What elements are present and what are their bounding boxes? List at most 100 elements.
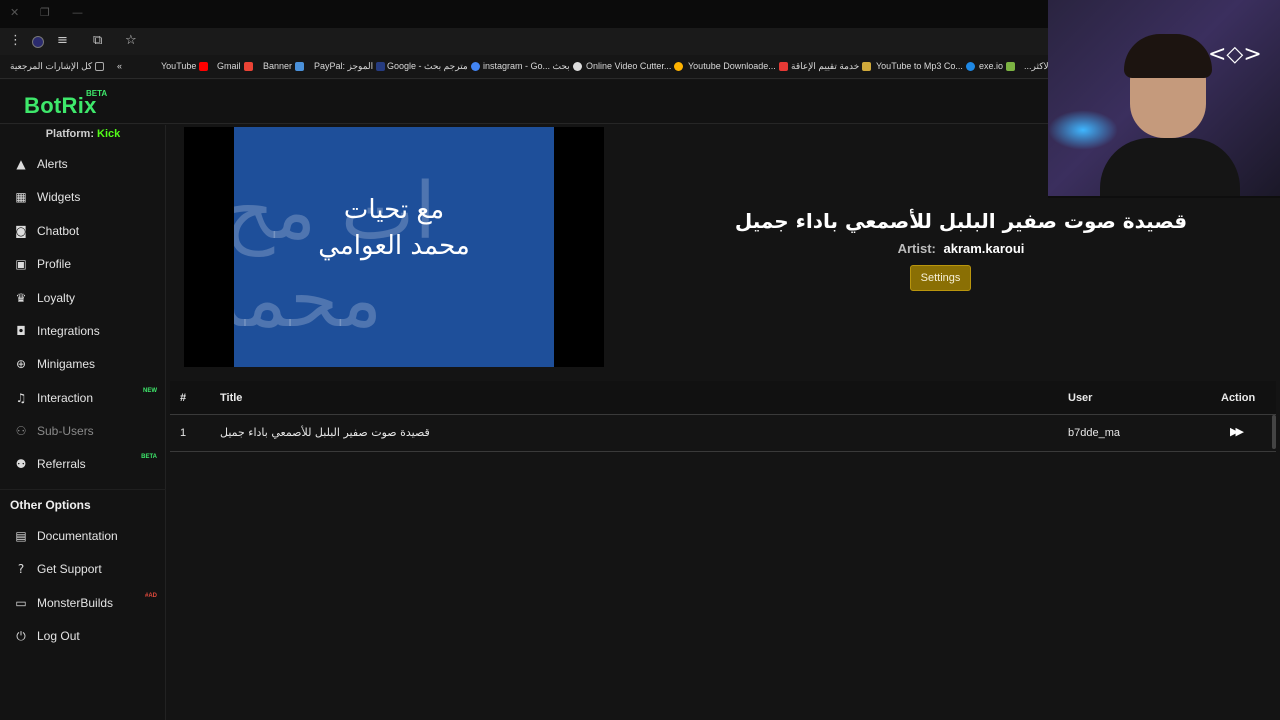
sidebar-item-label: Minigames bbox=[37, 357, 96, 371]
other-options-heading: Other Options bbox=[10, 498, 91, 512]
user-group-icon: ⚉ bbox=[15, 457, 27, 471]
bookmark-label: Gmail bbox=[217, 61, 241, 71]
restore-window-icon[interactable]: ❐ bbox=[40, 6, 50, 19]
row-title: قصيدة صوت صفير البلبل للأصمعي باداء جميل bbox=[220, 426, 430, 439]
video-player[interactable]: ات مح محمد مع تحيات محمد العوامي bbox=[184, 127, 604, 367]
sidebar-item-widgets[interactable]: ▦ Widgets bbox=[0, 182, 166, 212]
minimize-window-icon[interactable]: — bbox=[72, 6, 83, 19]
table-icon: ▦ bbox=[15, 190, 27, 204]
sidebar-item-alerts[interactable]: ▲ Alerts bbox=[0, 149, 166, 179]
banner-icon bbox=[295, 61, 305, 71]
chevron-more-icon[interactable]: « bbox=[117, 61, 122, 71]
sidebar-item-label: Alerts bbox=[37, 157, 68, 171]
row-user: b7dde_ma bbox=[1068, 427, 1120, 439]
sidebar-item-log-out[interactable]: ⏻ Log Out bbox=[0, 621, 166, 651]
sidebar-item-label: MonsterBuilds bbox=[37, 596, 114, 610]
sidebar-item-get-support[interactable]: ? Get Support bbox=[0, 554, 166, 584]
thumbnail-caption: محمد العوامي bbox=[318, 231, 470, 261]
sidebar-item-chatbot[interactable]: ◙ Chatbot bbox=[0, 216, 166, 246]
sidebar: Platform: Kick ▲ Alerts ▦ Widgets ◙ Chat… bbox=[0, 125, 166, 720]
column-header-user: User bbox=[1068, 392, 1093, 404]
sidebar-item-label: Get Support bbox=[37, 562, 102, 576]
bookmark-label: Google - مترجم بحث bbox=[387, 61, 468, 71]
bookmark-paypal[interactable]: PayPal: الموجز bbox=[314, 61, 386, 72]
ad-badge: #AD bbox=[144, 593, 157, 599]
google-icon bbox=[572, 62, 582, 71]
sidebar-item-label: Profile bbox=[37, 257, 72, 271]
google-icon bbox=[470, 62, 480, 71]
extensions-icon[interactable]: ⧉ bbox=[93, 33, 102, 48]
power-icon: ⏻ bbox=[16, 628, 26, 643]
paypal-icon bbox=[376, 62, 386, 71]
sidebar-item-monsterbuilds[interactable]: ▭ MonsterBuilds #AD bbox=[0, 588, 166, 618]
platform-value: Kick bbox=[97, 128, 121, 140]
media-controls-icon[interactable]: ≡ bbox=[57, 33, 68, 48]
bookmark-star-icon[interactable]: ☆ bbox=[125, 33, 137, 48]
platform-label: Platform: bbox=[45, 128, 94, 140]
beta-badge: BETA bbox=[141, 454, 157, 460]
question-icon: ? bbox=[17, 562, 25, 576]
robot-icon: ◙ bbox=[15, 224, 27, 238]
bookmark-gmail[interactable]: Gmail bbox=[217, 61, 253, 71]
sidebar-item-label: Documentation bbox=[37, 529, 118, 543]
browser-toolbar: ⋮ ≡ ⧉ ☆ bbox=[0, 28, 1048, 55]
sidebar-item-label: Loyalty bbox=[37, 291, 76, 305]
bookmark-youtube-downloader[interactable]: Youtube Downloade... bbox=[688, 61, 788, 71]
browser-titlebar: ✕ ❐ — bbox=[0, 0, 1048, 28]
webcam-border bbox=[1048, 196, 1280, 198]
kebab-menu-icon[interactable]: ⋮ bbox=[9, 33, 22, 48]
video-thumbnail: ات مح محمد مع تحيات محمد العوامي bbox=[234, 127, 554, 367]
sidebar-item-label: Chatbot bbox=[37, 224, 80, 238]
table-scrollbar[interactable] bbox=[1272, 415, 1276, 449]
gmail-icon bbox=[243, 61, 253, 71]
folder-icon bbox=[95, 62, 105, 71]
bookmark-banner[interactable]: Banner bbox=[263, 61, 305, 71]
sidebar-item-referrals[interactable]: ⚉ Referrals BETA bbox=[0, 449, 166, 479]
sidebar-item-label: Interaction bbox=[37, 391, 94, 405]
bookmark-instagram[interactable]: instagram - Go... بحث bbox=[483, 61, 582, 72]
bookmark-label: Banner bbox=[263, 61, 293, 71]
video-cutter-icon bbox=[674, 61, 684, 71]
webcam-overlay: <◇> bbox=[1048, 0, 1280, 196]
sidebar-item-loyalty[interactable]: ♛ Loyalty bbox=[0, 283, 166, 313]
gamepad-icon: ⊕ bbox=[15, 357, 27, 371]
laptop-icon: ▭ bbox=[15, 596, 27, 610]
sidebar-item-documentation[interactable]: ▤ Documentation bbox=[0, 521, 166, 551]
new-badge: NEW bbox=[143, 388, 157, 394]
column-header-action: Action bbox=[1221, 392, 1256, 404]
sidebar-item-minigames[interactable]: ⊕ Minigames bbox=[0, 349, 166, 379]
table-row[interactable]: 1 قصيدة صوت صفير البلبل للأصمعي باداء جم… bbox=[170, 415, 1276, 452]
settings-button[interactable]: Settings bbox=[910, 265, 971, 291]
sidebar-item-sub-users[interactable]: ⚇ Sub-Users bbox=[0, 416, 166, 446]
sidebar-item-integrations[interactable]: ◘ Integrations bbox=[0, 316, 166, 346]
sidebar-item-profile[interactable]: ▣ Profile bbox=[0, 249, 166, 279]
table-header: # Title User Action bbox=[170, 381, 1276, 415]
bookmark-label: خدمة تقييم الإعاقة bbox=[791, 61, 860, 71]
book-icon: ▤ bbox=[15, 529, 27, 543]
bookmark-youtube[interactable]: YouTube bbox=[161, 61, 209, 71]
close-window-icon[interactable]: ✕ bbox=[10, 6, 19, 19]
bookmark-label: YouTube bbox=[161, 61, 197, 71]
bookmark-label: كل الإشارات المرجعية bbox=[10, 61, 93, 71]
bookmark-google-translate[interactable]: Google - مترجم بحث bbox=[387, 61, 480, 72]
profile-avatar-icon[interactable] bbox=[32, 36, 44, 48]
bookmark-video-cutter[interactable]: Online Video Cutter... bbox=[586, 61, 684, 71]
sidebar-item-label: Integrations bbox=[37, 324, 100, 338]
sidebar-item-interaction[interactable]: ♫ Interaction NEW bbox=[0, 383, 166, 413]
bookmark-label: Youtube Downloade... bbox=[688, 61, 776, 71]
column-header-title: Title bbox=[220, 392, 243, 404]
bookmark-label: exe.io bbox=[979, 61, 1004, 71]
sidebar-item-label: Log Out bbox=[37, 629, 80, 643]
downloader-icon bbox=[778, 61, 788, 71]
forward-icon[interactable]: ▶▶ bbox=[1230, 425, 1246, 441]
music-icon: ♫ bbox=[15, 391, 27, 405]
bookmark-exe-io[interactable]: exe.io bbox=[979, 61, 1016, 71]
bookmark-all-bookmarks[interactable]: كل الإشارات المرجعية bbox=[10, 61, 105, 72]
sidebar-item-label: Referrals bbox=[37, 457, 86, 471]
bookmark-disability-service[interactable]: خدمة تقييم الإعاقة bbox=[791, 61, 872, 72]
bookmark-label: PayPal: الموجز bbox=[314, 61, 374, 71]
beta-badge: BETA bbox=[86, 89, 108, 98]
bookmark-youtube-mp3[interactable]: YouTube to Mp3 Co... bbox=[876, 61, 975, 71]
platform-indicator: Platform: Kick bbox=[0, 128, 166, 140]
sidebar-item-label: Sub-Users bbox=[37, 424, 94, 438]
